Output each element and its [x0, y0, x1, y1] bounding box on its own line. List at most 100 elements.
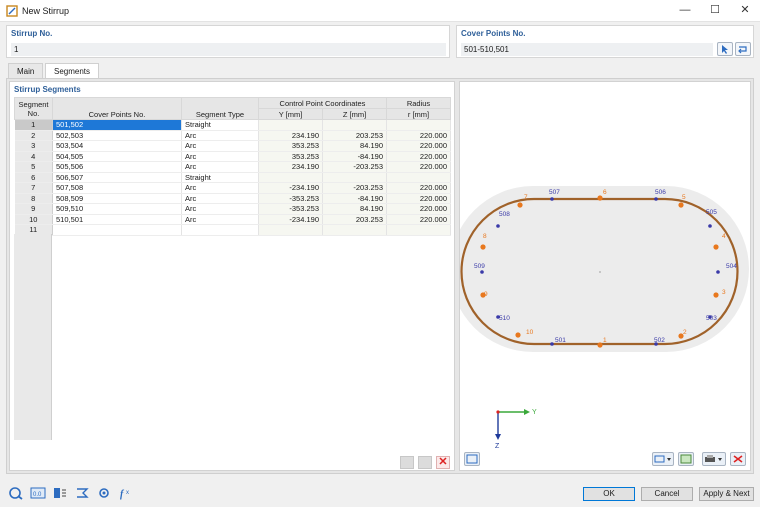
control-y-cell[interactable] [258, 224, 323, 236]
settings-icon[interactable] [96, 486, 112, 500]
cover-points-cell[interactable]: 507,508 [52, 182, 182, 194]
radius-cell[interactable]: 220.000 [386, 161, 451, 173]
cover-points-cell[interactable]: 506,507 [52, 172, 182, 183]
segment-label: 10 [526, 329, 534, 336]
cover-points-cell[interactable]: 501,502 [52, 119, 182, 131]
view-settings-button[interactable] [464, 452, 480, 466]
radius-cell[interactable]: 220.000 [386, 182, 451, 194]
radius-cell[interactable]: 220.000 [386, 193, 451, 204]
control-z-cell[interactable] [322, 119, 387, 131]
table-row[interactable]: 1 501,502 Straight [14, 119, 451, 131]
segment-type-cell[interactable]: Straight [181, 172, 259, 183]
segment-type-cell[interactable]: Arc [181, 151, 259, 162]
control-z-cell[interactable]: 203.253 [322, 130, 387, 141]
table-row[interactable]: 8 508,509 Arc -353.253 -84.190 220.000 [14, 193, 451, 204]
control-y-cell[interactable]: 353.253 [258, 140, 323, 152]
table-row[interactable]: 11 [14, 224, 451, 236]
control-z-cell[interactable]: -203.253 [322, 182, 387, 194]
segment-type-cell[interactable]: Arc [181, 203, 259, 215]
print-dropdown-button[interactable] [702, 452, 726, 466]
control-y-cell[interactable] [258, 119, 323, 131]
control-y-cell[interactable]: -353.253 [258, 203, 323, 215]
show-numbering-button[interactable] [678, 452, 694, 466]
radius-cell[interactable]: 220.000 [386, 214, 451, 225]
apply-next-button[interactable]: Apply & Next [699, 487, 754, 501]
stirrup-no-field[interactable]: 1 [11, 43, 446, 56]
close-button[interactable]: ✕ [730, 0, 760, 22]
delete-row-button[interactable]: ✕ [436, 456, 450, 469]
segment-type-cell[interactable]: Arc [181, 140, 259, 152]
formula-icon[interactable]: fx [118, 486, 134, 500]
cover-points-cell[interactable]: 510,501 [52, 214, 182, 225]
pick-points-button[interactable] [717, 42, 733, 56]
segment-number-cell: 4 [14, 151, 53, 162]
segment-type-cell[interactable]: Arc [181, 193, 259, 204]
table-row[interactable]: 6 506,507 Straight [14, 172, 451, 183]
cover-points-field[interactable]: 501-510,501 [461, 43, 713, 56]
cover-points-cell[interactable]: 505,506 [52, 161, 182, 173]
insert-row-button[interactable] [400, 456, 414, 469]
segment-label: 5 [682, 194, 686, 201]
minimize-button[interactable]: — [670, 0, 700, 22]
control-z-cell[interactable]: 84.190 [322, 140, 387, 152]
cancel-button[interactable]: Cancel [641, 487, 693, 501]
control-z-cell[interactable]: -84.190 [322, 151, 387, 162]
segment-type-cell[interactable]: Straight [181, 119, 259, 131]
dimension-dropdown-button[interactable] [652, 452, 674, 466]
cover-point-marker [716, 270, 720, 274]
control-y-cell[interactable] [258, 172, 323, 183]
control-z-cell[interactable] [322, 224, 387, 236]
table-row[interactable]: 3 503,504 Arc 353.253 84.190 220.000 [14, 140, 451, 152]
control-y-cell[interactable]: 234.190 [258, 130, 323, 141]
ok-button[interactable]: OK [583, 487, 635, 501]
control-z-cell[interactable]: -203.253 [322, 161, 387, 173]
radius-cell[interactable] [386, 172, 451, 183]
control-z-cell[interactable]: -84.190 [322, 193, 387, 204]
table-row[interactable]: 4 504,505 Arc 353.253 -84.190 220.000 [14, 151, 451, 162]
cover-points-cell[interactable]: 509,510 [52, 203, 182, 215]
cover-point-label: 507 [549, 189, 560, 196]
table-row[interactable]: 7 507,508 Arc -234.190 -203.253 220.000 [14, 182, 451, 194]
maximize-button[interactable]: ☐ [700, 0, 730, 22]
cover-points-cell[interactable]: 502,503 [52, 130, 182, 141]
cover-points-cell[interactable]: 508,509 [52, 193, 182, 204]
radius-cell[interactable]: 220.000 [386, 151, 451, 162]
cover-points-cell[interactable]: 504,505 [52, 151, 182, 162]
radius-cell[interactable] [386, 119, 451, 131]
cover-point-label: 501 [555, 337, 566, 344]
segment-type-cell[interactable]: Arc [181, 130, 259, 141]
segment-number-cell: 2 [14, 130, 53, 141]
segment-type-cell[interactable]: Arc [181, 182, 259, 194]
radius-cell[interactable]: 220.000 [386, 203, 451, 215]
table-row[interactable]: 5 505,506 Arc 234.190 -203.253 220.000 [14, 161, 451, 173]
tab-main[interactable]: Main [8, 63, 44, 78]
cover-points-cell[interactable] [52, 224, 182, 236]
copy-row-button[interactable] [418, 456, 432, 469]
radius-cell[interactable]: 220.000 [386, 140, 451, 152]
table-row[interactable]: 10 510,501 Arc -234.190 203.253 220.000 [14, 214, 451, 225]
radius-cell[interactable] [386, 224, 451, 236]
units-icon[interactable]: 0.0 [30, 486, 46, 500]
reverse-order-button[interactable] [735, 42, 751, 56]
help-icon[interactable] [8, 486, 24, 500]
segment-type-cell[interactable]: Arc [181, 214, 259, 225]
cover-points-cell[interactable]: 503,504 [52, 140, 182, 152]
control-y-cell[interactable]: -353.253 [258, 193, 323, 204]
table-row[interactable]: 9 509,510 Arc -353.253 84.190 220.000 [14, 203, 451, 215]
control-z-cell[interactable] [322, 172, 387, 183]
control-z-cell[interactable]: 84.190 [322, 203, 387, 215]
radius-cell[interactable]: 220.000 [386, 130, 451, 141]
control-y-cell[interactable]: 234.190 [258, 161, 323, 173]
tab-segments[interactable]: Segments [45, 63, 100, 79]
control-y-cell[interactable]: 353.253 [258, 151, 323, 162]
table-row[interactable]: 2 502,503 Arc 234.190 203.253 220.000 [14, 130, 451, 141]
segment-label: 3 [722, 289, 726, 296]
reset-view-button[interactable] [730, 452, 746, 466]
control-z-cell[interactable]: 203.253 [322, 214, 387, 225]
segment-type-cell[interactable] [181, 224, 259, 236]
control-y-cell[interactable]: -234.190 [258, 214, 323, 225]
segment-type-cell[interactable]: Arc [181, 161, 259, 173]
display-icon[interactable] [52, 486, 68, 500]
model-icon[interactable] [74, 486, 90, 500]
control-y-cell[interactable]: -234.190 [258, 182, 323, 194]
